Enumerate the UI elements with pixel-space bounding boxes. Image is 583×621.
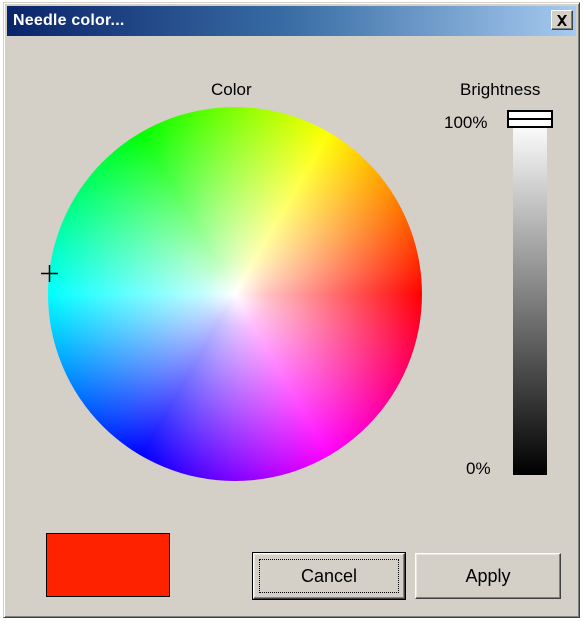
cancel-button-label: Cancel <box>300 565 358 586</box>
brightness-label: Brightness <box>460 80 541 99</box>
brightness-max-label: 100% <box>444 113 488 132</box>
color-wheel-label: Color <box>211 80 252 99</box>
brightness-min-label: 0% <box>466 459 491 478</box>
cancel-button[interactable]: Cancel <box>252 552 406 600</box>
color-preview-swatch <box>46 533 170 597</box>
crosshair-icon[interactable] <box>41 265 58 282</box>
close-icon <box>557 14 567 26</box>
window-title: Needle color... <box>13 12 125 29</box>
apply-button-label: Apply <box>465 565 511 586</box>
color-wheel[interactable] <box>48 107 422 481</box>
close-button[interactable] <box>551 10 573 30</box>
color-wheel-gradient <box>48 107 422 481</box>
needle-color-dialog: Needle color... Color Brightness 100% 0%… <box>3 2 580 618</box>
brightness-slider[interactable] <box>513 121 547 475</box>
title-bar[interactable]: Needle color... <box>7 6 576 36</box>
apply-button[interactable]: Apply <box>415 553 561 599</box>
brightness-thumb[interactable] <box>507 110 553 128</box>
